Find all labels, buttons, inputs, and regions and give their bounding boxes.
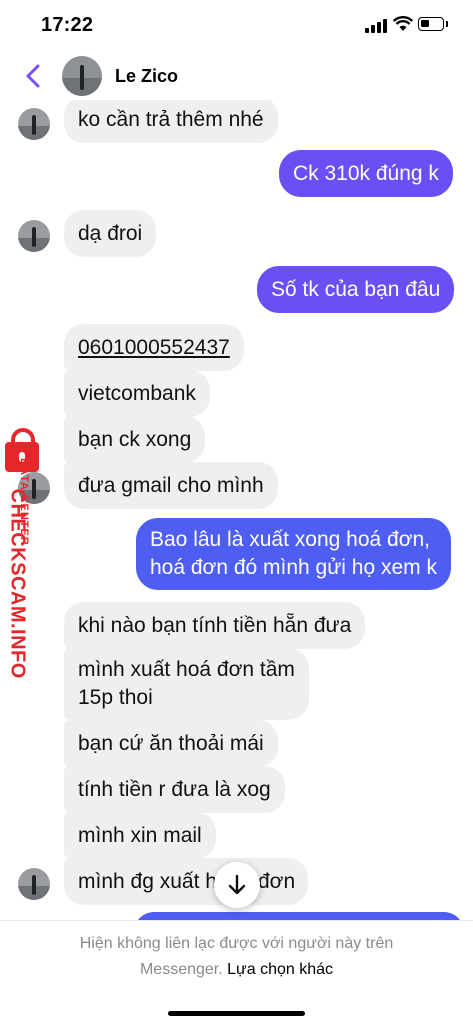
message-in[interactable]: vietcombank — [64, 370, 210, 417]
composer-unavailable-footer: Hiện không liên lạc được với người này t… — [0, 920, 473, 1025]
cellular-signal-icon — [365, 19, 387, 33]
message-in-account-number[interactable]: 0601000552437 — [64, 324, 244, 371]
sender-avatar[interactable] — [18, 220, 50, 252]
message-in[interactable]: mình đg xuất h đơn — [64, 858, 308, 905]
notice-line: Hiện không liên lạc được với người này t… — [79, 935, 394, 952]
message-in[interactable]: bạn cứ ăn thoải mái — [64, 720, 278, 767]
arrow-down-icon — [228, 874, 246, 895]
status-bar: 17:22 — [0, 0, 473, 52]
message-text-right: đơn — [258, 870, 296, 893]
message-in[interactable]: dạ đroi — [64, 210, 157, 257]
other-options-link[interactable]: Lựa chọn khác — [227, 961, 333, 978]
unavailable-notice: Hiện không liên lạc được với người này t… — [0, 931, 473, 983]
sender-avatar[interactable] — [18, 868, 50, 900]
checkscam-watermark: DATA CENTER CHECKSCAM.INFO — [0, 428, 52, 679]
wifi-icon — [393, 16, 413, 31]
status-time: 17:22 — [41, 14, 94, 36]
notice-line-2: Messenger. Lựa chọn khác — [0, 957, 473, 983]
message-line: 15p thoi — [78, 686, 153, 709]
watermark-brand: CHECKSCAM.INFO — [6, 488, 29, 679]
message-line: Bao lâu là xuất xong hoá đơn, — [150, 528, 430, 551]
message-in[interactable]: mình xin mail — [64, 812, 216, 859]
contact-avatar[interactable] — [62, 56, 102, 96]
home-indicator[interactable] — [168, 1011, 305, 1016]
message-text-left: mình đg xuất h — [78, 870, 217, 893]
message-in[interactable]: khi nào bạn tính tiền hẵn đưa — [64, 602, 366, 649]
scroll-to-bottom-button[interactable] — [214, 862, 260, 908]
message-in-multiline[interactable]: mình xuất hoá đơn tầm 15p thoi — [64, 648, 309, 720]
message-list[interactable]: ko cần trả thêm nhé Ck 310k đúng k dạ đr… — [0, 90, 473, 920]
account-number-link[interactable]: 0601000552437 — [78, 336, 230, 359]
battery-cap — [446, 21, 448, 27]
message-out-partial[interactable] — [134, 912, 464, 920]
contact-name[interactable]: Le Zico — [115, 66, 178, 87]
message-in[interactable]: đưa gmail cho mình — [64, 462, 278, 509]
message-out[interactable]: Số tk của bạn đâu — [257, 266, 455, 313]
message-line: hoá đơn đó mình gửi họ xem k — [150, 556, 437, 579]
message-in[interactable]: tính tiền r đưa là xog — [64, 766, 285, 813]
message-out[interactable]: Ck 310k đúng k — [279, 150, 453, 197]
message-in[interactable]: ko cần trả thêm nhé — [64, 96, 278, 143]
sender-avatar[interactable] — [18, 108, 50, 140]
notice-suffix: Messenger. — [139, 961, 223, 978]
message-line: mình xuất hoá đơn tầm — [78, 658, 295, 681]
conversation-header: Le Zico — [0, 52, 473, 100]
message-out-multiline[interactable]: Bao lâu là xuất xong hoá đơn, hoá đơn đó… — [136, 518, 451, 590]
back-chevron-left-icon[interactable] — [20, 60, 48, 92]
message-in[interactable]: bạn ck xong — [64, 416, 206, 463]
battery-icon — [418, 17, 444, 31]
